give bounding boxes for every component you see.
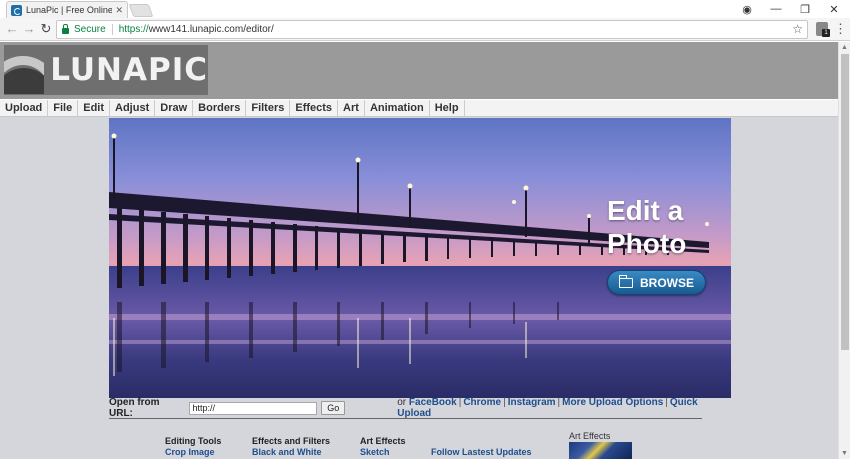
extension-badge: 1	[822, 29, 830, 37]
minimize-button[interactable]: —	[762, 0, 790, 18]
footer-heading: Art Effects	[360, 436, 406, 446]
bookmark-star-icon[interactable]: ☆	[792, 22, 803, 36]
forward-arrow-icon[interactable]: →	[21, 21, 37, 37]
go-button[interactable]: Go	[321, 401, 346, 415]
art-effects-label: Art Effects	[569, 431, 611, 441]
site-banner: LUNAPIC	[0, 42, 838, 99]
open-url-label: Open from URL:	[109, 397, 160, 419]
close-window-button[interactable]: ✕	[820, 0, 848, 18]
menu-item-help[interactable]: Help	[430, 100, 465, 116]
reload-icon[interactable]: ↻	[38, 21, 54, 37]
browser-tab-strip: LunaPic | Free Online Ph ✕ ◉ — ❐ ✕	[0, 0, 850, 18]
menu-item-edit[interactable]: Edit	[78, 100, 111, 116]
menu-item-draw[interactable]: Draw	[155, 100, 194, 116]
section-divider	[109, 418, 702, 419]
lunapic-favicon-icon	[11, 4, 22, 16]
or-text: or	[397, 397, 407, 408]
menu-item-filters[interactable]: Filters	[246, 100, 291, 116]
upload-link-instagram[interactable]: Instagram	[508, 397, 556, 408]
link-separator: |	[458, 397, 462, 408]
site-menu-bar: Upload File Edit Adjust Draw Borders Filters Ef…	[0, 99, 838, 117]
link-separator: |	[503, 397, 506, 408]
link-separator: |	[665, 397, 668, 408]
moon-logo-icon	[4, 46, 45, 94]
url-scheme: https://	[118, 24, 149, 35]
footer-link-black-and-white[interactable]: Black and White	[252, 447, 330, 457]
upload-link-chrome[interactable]: Chrome	[463, 397, 501, 408]
folder-icon	[619, 274, 633, 288]
logo-text: LUNAPIC	[50, 52, 208, 88]
scroll-down-arrow-icon[interactable]: ▼	[841, 450, 848, 457]
upload-link-facebook[interactable]: FaceBook	[409, 397, 457, 408]
open-url-row: Open from URL: Go or FaceBook|Chrome|Ins…	[109, 397, 731, 419]
menu-item-animation[interactable]: Animation	[365, 100, 430, 116]
footer-column-editing: Editing Tools Crop Image	[165, 436, 221, 457]
footer-column-art: Art Effects Sketch	[360, 436, 406, 457]
footer-column-effects: Effects and Filters Black and White	[252, 436, 330, 457]
hero-title-line1: Edit a	[607, 195, 684, 226]
link-separator: |	[557, 397, 561, 408]
hero-title-line2: Photo	[607, 228, 687, 259]
new-tab-button[interactable]	[128, 4, 154, 17]
url-text: www141.lunapic.com/editor/	[148, 24, 274, 35]
url-input[interactable]	[189, 401, 318, 415]
browser-toolbar: ← → ↻ Secure https:// www141.lunapic.com…	[0, 18, 850, 41]
profile-icon[interactable]: ◉	[733, 0, 761, 18]
page-scrollbar[interactable]: ▲ ▼	[838, 42, 850, 459]
hero-banner: Edit a Photo BROWSE	[109, 118, 731, 398]
menu-item-effects[interactable]: Effects	[290, 100, 339, 116]
secure-label: Secure	[74, 24, 106, 35]
restore-button[interactable]: ❐	[791, 0, 819, 18]
chrome-menu-icon[interactable]: ⋮	[834, 21, 847, 37]
upload-links: or FaceBook | Chrome | Instagram | More Upload…	[397, 397, 731, 419]
menu-item-upload[interactable]: Upload	[0, 100, 49, 116]
tab-close-icon[interactable]: ✕	[115, 5, 123, 16]
footer-link-crop-image[interactable]: Crop Image	[165, 447, 221, 457]
menu-item-borders[interactable]: Borders	[193, 100, 247, 116]
back-arrow-icon[interactable]: ←	[4, 21, 20, 37]
footer-heading: Editing Tools	[165, 436, 222, 446]
hero-title: Edit a Photo	[607, 194, 686, 260]
footer-link-sketch[interactable]: Sketch	[360, 447, 406, 457]
menu-item-art[interactable]: Art	[338, 100, 365, 116]
page-content: LUNAPIC Upload File Edit Adjust Draw Borders F…	[0, 42, 838, 459]
menu-item-file[interactable]: File	[48, 100, 79, 116]
art-effects-thumbnail[interactable]	[569, 442, 632, 459]
browse-button[interactable]: BROWSE	[607, 270, 706, 295]
scroll-up-arrow-icon[interactable]: ▲	[841, 44, 848, 51]
browser-tab[interactable]: LunaPic | Free Online Ph ✕	[6, 1, 128, 18]
omnibox-separator	[111, 24, 113, 35]
lunapic-logo[interactable]: LUNAPIC	[4, 45, 208, 95]
scroll-thumb[interactable]	[841, 54, 849, 350]
follow-updates-link[interactable]: Follow Lastest Updates	[431, 447, 532, 457]
footer-heading: Effects and Filters	[252, 436, 331, 446]
lock-icon	[62, 24, 69, 34]
tab-title: LunaPic | Free Online Ph	[26, 5, 113, 15]
address-bar[interactable]: Secure https:// www141.lunapic.com/edito…	[56, 20, 808, 39]
browse-label: BROWSE	[640, 275, 694, 290]
upload-link-more-upload-options[interactable]: More Upload Options	[562, 397, 663, 408]
menu-item-adjust[interactable]: Adjust	[110, 100, 156, 116]
